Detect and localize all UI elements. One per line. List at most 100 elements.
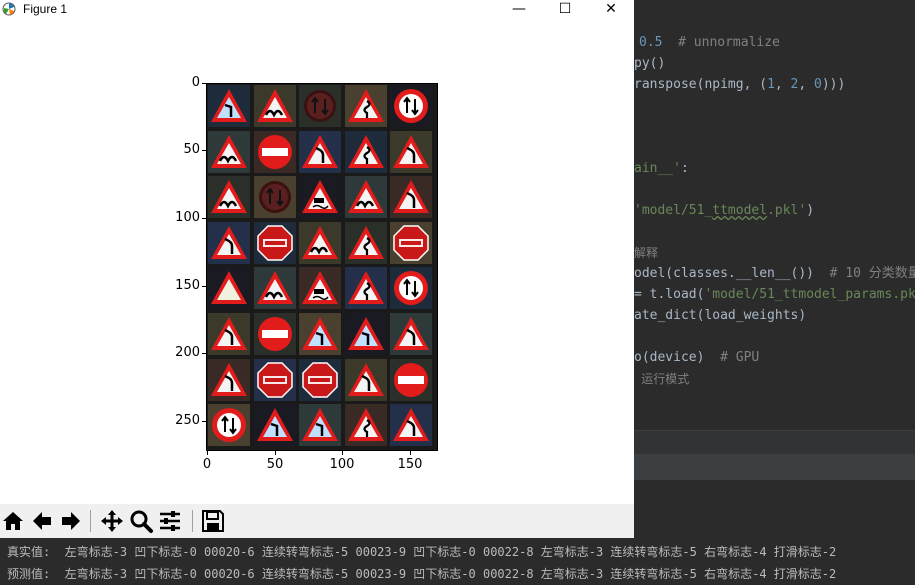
sign-no-overtake-icon <box>394 89 429 123</box>
traffic-sign-image <box>344 404 387 447</box>
x-tick-mark <box>410 451 411 455</box>
forward-icon[interactable] <box>58 508 84 534</box>
traffic-sign-image <box>390 313 433 355</box>
sign-curve-left-icon <box>211 225 247 259</box>
ide-current-line <box>634 454 915 480</box>
console-line-true: 真实值: 左弯标志-3 凹下标志-0 00020-6 连续转弯标志-5 0002… <box>7 545 837 559</box>
traffic-sign-image <box>208 358 250 401</box>
sign-no-overtake-icon <box>212 408 246 443</box>
sign-bump-icon <box>302 225 339 259</box>
sign-curve-left-icon <box>347 362 384 396</box>
sign-no-entry-icon <box>257 317 292 351</box>
traffic-sign-image <box>299 85 342 127</box>
y-tick-mark <box>202 421 206 422</box>
sign-curve-left-icon <box>211 317 247 350</box>
x-tick-label: 0 <box>202 457 212 472</box>
window-title: Figure 1 <box>23 2 68 16</box>
traffic-sign-image <box>344 176 387 219</box>
toolbar-separator <box>192 510 193 532</box>
traffic-sign-image <box>390 221 433 264</box>
code-line: 'model/51_ttmodel.pkl') <box>634 203 815 218</box>
traffic-sign-image <box>208 221 250 264</box>
code-line: = t.load('model/51_ttmodel_params.pk <box>634 287 915 302</box>
back-icon[interactable] <box>29 508 55 534</box>
minimize-button[interactable]: — <box>496 0 542 18</box>
code-line: 0.5 # unnormalize <box>639 35 780 50</box>
sign-no-overtake-icon <box>394 271 429 306</box>
sign-curve-left-icon <box>393 134 430 168</box>
x-tick-label: 100 <box>329 457 355 472</box>
sign-arrow-left-icon <box>302 408 339 442</box>
traffic-sign-image <box>344 358 387 401</box>
y-tick-mark <box>202 83 206 84</box>
traffic-sign-image <box>344 130 387 173</box>
home-icon[interactable] <box>0 508 26 534</box>
traffic-sign-image <box>253 130 296 173</box>
zoom-icon[interactable] <box>128 508 154 534</box>
code-line: ate_dict(load_weights) <box>634 308 807 323</box>
traffic-sign-image <box>299 267 342 310</box>
run-console[interactable]: 真实值: 左弯标志-3 凹下标志-0 00020-6 连续转弯标志-5 0002… <box>0 538 915 583</box>
traffic-sign-image <box>390 404 433 447</box>
y-tick-mark <box>202 353 206 354</box>
close-button[interactable]: ✕ <box>588 0 634 18</box>
y-tick-label: 0 <box>191 75 200 90</box>
sign-arrow-left-icon <box>347 317 384 350</box>
ide-panel-header <box>634 430 915 455</box>
x-tick-label: 50 <box>266 457 284 472</box>
traffic-sign-image <box>390 358 433 401</box>
traffic-sign-image <box>390 130 433 173</box>
y-tick-mark <box>202 286 206 287</box>
traffic-sign-image <box>344 267 387 310</box>
sign-bump-icon <box>256 89 293 122</box>
sign-arrow-left-icon <box>211 89 247 122</box>
sign-blank-icon <box>211 271 247 305</box>
traffic-sign-image <box>299 176 342 219</box>
traffic-sign-image <box>344 313 387 355</box>
sign-curve-left-icon <box>211 362 247 396</box>
sign-winding-icon <box>347 225 384 259</box>
title-bar[interactable]: Figure 1 — ☐ ✕ <box>0 0 634 18</box>
sign-bump-icon <box>256 271 293 305</box>
sign-bump-icon <box>211 134 247 168</box>
traffic-sign-image <box>390 267 433 310</box>
traffic-sign-image <box>253 404 296 447</box>
sign-arrow-left-icon <box>256 408 293 442</box>
y-tick-label: 150 <box>175 278 200 293</box>
traffic-sign-image <box>208 313 250 355</box>
code-line: 解释 <box>634 246 659 260</box>
y-tick-mark <box>202 218 206 219</box>
image-axes[interactable] <box>206 83 438 451</box>
traffic-sign-image <box>208 404 250 447</box>
console-line-predicted: 预测值: 左弯标志-3 凹下标志-0 00020-6 连续转弯标志-5 0002… <box>7 567 837 581</box>
maximize-button[interactable]: ☐ <box>542 0 588 18</box>
sign-winding-icon <box>347 89 384 122</box>
traffic-sign-image <box>344 85 387 127</box>
save-icon[interactable] <box>200 508 226 534</box>
toolbar-separator <box>90 510 91 532</box>
configure-icon[interactable] <box>157 508 183 534</box>
x-tick-label: 150 <box>397 457 423 472</box>
y-tick-label: 200 <box>175 345 200 360</box>
x-tick-mark <box>275 451 276 455</box>
traffic-sign-image <box>253 267 296 310</box>
traffic-sign-image <box>299 313 342 355</box>
traffic-sign-image <box>208 176 250 219</box>
sign-no-entry-arrows-icon <box>258 181 291 214</box>
figure-window: Figure 1 — ☐ ✕ 0 50 100 150 200 250 0 50… <box>0 0 634 538</box>
y-tick-label: 100 <box>175 210 200 225</box>
sign-curve-left-icon <box>393 408 430 442</box>
traffic-sign-image <box>299 404 342 447</box>
traffic-sign-image <box>253 358 296 401</box>
code-editor[interactable]: 0.5 # unnormalize py() ranspose(npimg, (… <box>634 0 915 538</box>
sign-no-entry-icon <box>394 362 429 397</box>
traffic-sign-image <box>253 221 296 264</box>
traffic-sign-image <box>299 221 342 264</box>
pan-icon[interactable] <box>99 508 125 534</box>
x-tick-mark <box>207 451 208 455</box>
traffic-sign-image <box>299 130 342 173</box>
sign-slippery-icon <box>302 180 339 214</box>
traffic-sign-image <box>208 85 250 127</box>
sign-curve-left-icon <box>393 180 430 214</box>
sign-no-entry-icon <box>257 134 292 169</box>
